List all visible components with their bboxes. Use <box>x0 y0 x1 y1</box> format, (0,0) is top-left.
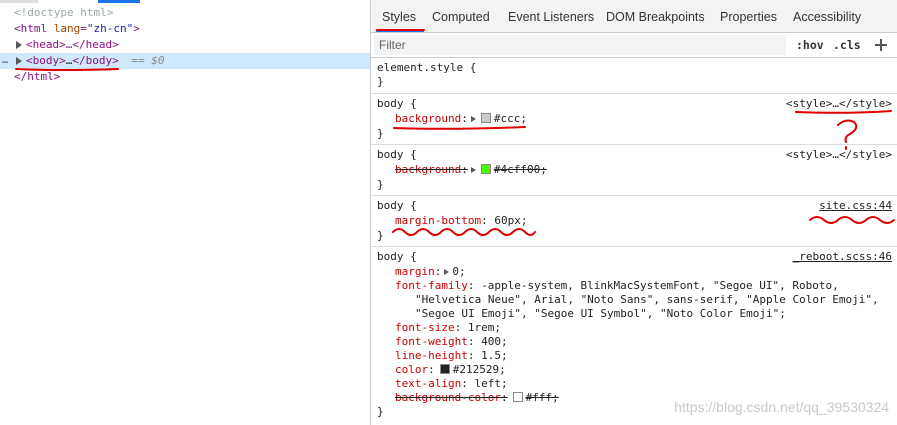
color-swatch-icon[interactable] <box>512 392 523 402</box>
tab-event-listeners[interactable]: Event Listeners <box>508 0 594 33</box>
hover-state-toggle[interactable]: :hov <box>796 36 824 55</box>
tab-styles[interactable]: Styles <box>382 0 416 33</box>
new-style-rule-plus-icon[interactable] <box>871 35 891 55</box>
rule-selector[interactable]: body { <box>377 97 417 111</box>
styles-sidebar: Styles Computed Event Listeners DOM Brea… <box>370 0 897 425</box>
expand-shorthand-icon[interactable] <box>470 167 476 173</box>
rule-selector[interactable]: element.style { <box>377 61 476 75</box>
selected-node-indicator: == $0 <box>131 54 165 67</box>
filter-input[interactable] <box>374 35 786 55</box>
head-tag: <head>…</head> <box>26 38 119 51</box>
tab-accessibility[interactable]: Accessibility <box>793 0 861 33</box>
color-swatch-icon[interactable] <box>480 164 491 174</box>
declaration-font-family-cont-2: "Segoe UI Emoji", "Segoe UI Symbol", "No… <box>415 307 786 320</box>
expand-shorthand-icon[interactable] <box>470 116 476 122</box>
expand-shorthand-icon[interactable] <box>444 269 450 275</box>
tab-computed[interactable]: Computed <box>432 0 490 33</box>
doctype-text: <!doctype html> <box>14 6 114 19</box>
html-close-tag: </html> <box>14 70 61 83</box>
declaration-font-weight[interactable]: font-weight: 400; <box>395 335 508 349</box>
watermark: https://blog.csdn.net/qq_39530324 <box>674 399 889 415</box>
rule-source-link[interactable]: _reboot.scss:46 <box>793 250 892 264</box>
color-swatch-icon[interactable] <box>480 113 491 123</box>
rule-source-link[interactable]: site.css:44 <box>819 199 892 213</box>
more-dots-icon[interactable]: … <box>2 53 16 69</box>
elements-top-accent <box>0 0 370 4</box>
class-toggle[interactable]: .cls <box>833 36 861 55</box>
rule-source-link[interactable]: <style>…</style> <box>786 97 892 111</box>
color-swatch-icon[interactable] <box>439 364 450 374</box>
declaration-line-height[interactable]: line-height: 1.5; <box>395 349 508 363</box>
declaration-background[interactable]: background: #ccc; <box>395 112 527 126</box>
declaration-background-color-overridden[interactable]: background-color: #fff; <box>395 391 559 405</box>
rule-selector[interactable]: body { <box>377 148 417 162</box>
expand-triangle-icon[interactable] <box>16 41 22 49</box>
declaration-font-family[interactable]: font-family: -apple-system, BlinkMacSyst… <box>395 279 839 293</box>
body-close-tag: </body> <box>72 54 119 67</box>
rule-selector[interactable]: body { <box>377 199 417 213</box>
declaration-font-family-cont-1: "Helvetica Neue", Arial, "Noto Sans", sa… <box>415 293 879 306</box>
rule-selector[interactable]: body { <box>377 250 417 264</box>
styles-filter-bar: :hov .cls <box>371 33 897 58</box>
tab-properties[interactable]: Properties <box>720 0 777 33</box>
html-open-tag: <html lang="zh-cn"> <box>14 22 140 35</box>
body-open-tag: <body> <box>26 54 66 67</box>
style-rule-element-style[interactable]: element.style { } <box>371 58 897 94</box>
declaration-text-align[interactable]: text-align: left; <box>395 377 508 391</box>
declaration-margin-bottom[interactable]: margin-bottom: 60px; <box>395 214 527 228</box>
active-tab-indicator <box>376 30 424 32</box>
elements-panel: <!doctype html> <html lang="zh-cn"> <hea… <box>0 0 370 425</box>
declaration-background-overridden[interactable]: background: #4cff00; <box>395 163 547 177</box>
style-rule-body-2[interactable]: body { <style>…</style> background: #4cff… <box>371 145 897 196</box>
rule-source-link[interactable]: <style>…</style> <box>786 148 892 162</box>
declaration-font-size[interactable]: font-size: 1rem; <box>395 321 501 335</box>
tab-dom-breakpoints[interactable]: DOM Breakpoints <box>606 0 705 33</box>
dom-node-body-selected[interactable]: … <body>…</body> == $0 <box>0 53 370 69</box>
rule-close-brace: } <box>377 75 384 88</box>
expand-triangle-icon[interactable] <box>16 57 22 65</box>
style-rule-body-3[interactable]: body { site.css:44 margin-bottom: 60px; … <box>371 196 897 247</box>
style-rule-body-1[interactable]: body { <style>…</style> background: #ccc;… <box>371 94 897 145</box>
sidebar-tab-bar: Styles Computed Event Listeners DOM Brea… <box>371 0 897 33</box>
declaration-color[interactable]: color: #212529; <box>395 363 506 377</box>
devtools-window: <!doctype html> <html lang="zh-cn"> <hea… <box>0 0 897 425</box>
declaration-margin[interactable]: margin: 0; <box>395 265 466 279</box>
